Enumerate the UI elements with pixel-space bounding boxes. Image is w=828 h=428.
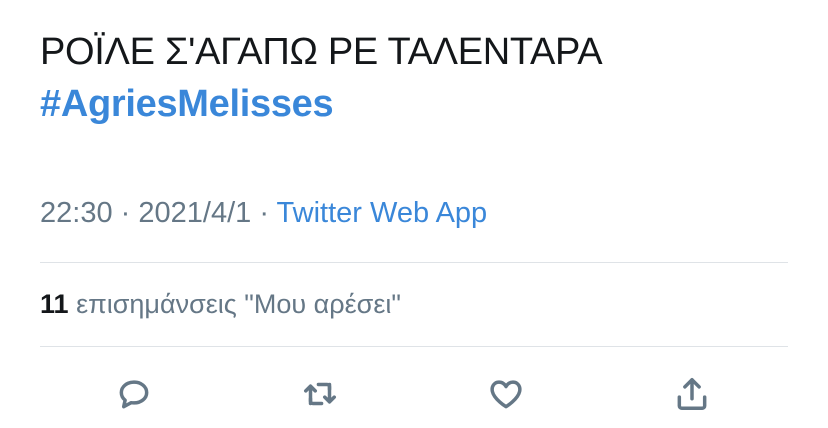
likes-count: 11 bbox=[40, 289, 69, 319]
meta-separator: · bbox=[120, 197, 131, 229]
tweet-text: ΡΟΪΛΕ Σ'ΑΓΑΠΩ ΡΕ ΤΑΛΕΝΤΑΡΑ #AgriesMeliss… bbox=[40, 26, 603, 130]
tweet-meta: 22:30 · 2021/4/1 · Twitter Web App bbox=[40, 193, 487, 233]
retweet-icon bbox=[304, 382, 336, 406]
hashtag-link[interactable]: #AgriesMelisses bbox=[40, 78, 602, 130]
retweet-button[interactable] bbox=[298, 372, 342, 416]
divider bbox=[40, 262, 788, 263]
reply-icon bbox=[119, 380, 149, 409]
reply-button[interactable] bbox=[112, 372, 156, 416]
meta-separator: · bbox=[259, 197, 269, 229]
tweet-date[interactable]: 2021/4/1 bbox=[138, 197, 251, 229]
tweet-text-line: ΡΟΪΛΕ Σ'ΑΓΑΠΩ ΡΕ ΤΑΛΕΝΤΑΡΑ bbox=[40, 31, 603, 73]
likes-summary[interactable]: 11 επισημάνσεις "Μου αρέσει" bbox=[40, 284, 401, 324]
divider bbox=[40, 346, 788, 347]
share-button[interactable] bbox=[670, 372, 714, 416]
tweet-time[interactable]: 22:30 bbox=[40, 197, 113, 229]
like-button[interactable] bbox=[484, 372, 528, 416]
likes-label: επισημάνσεις "Μου αρέσει" bbox=[76, 289, 401, 319]
tweet-actions bbox=[0, 372, 828, 416]
tweet-source-link[interactable]: Twitter Web App bbox=[277, 197, 488, 229]
share-icon bbox=[677, 378, 707, 410]
heart-icon bbox=[490, 380, 522, 409]
